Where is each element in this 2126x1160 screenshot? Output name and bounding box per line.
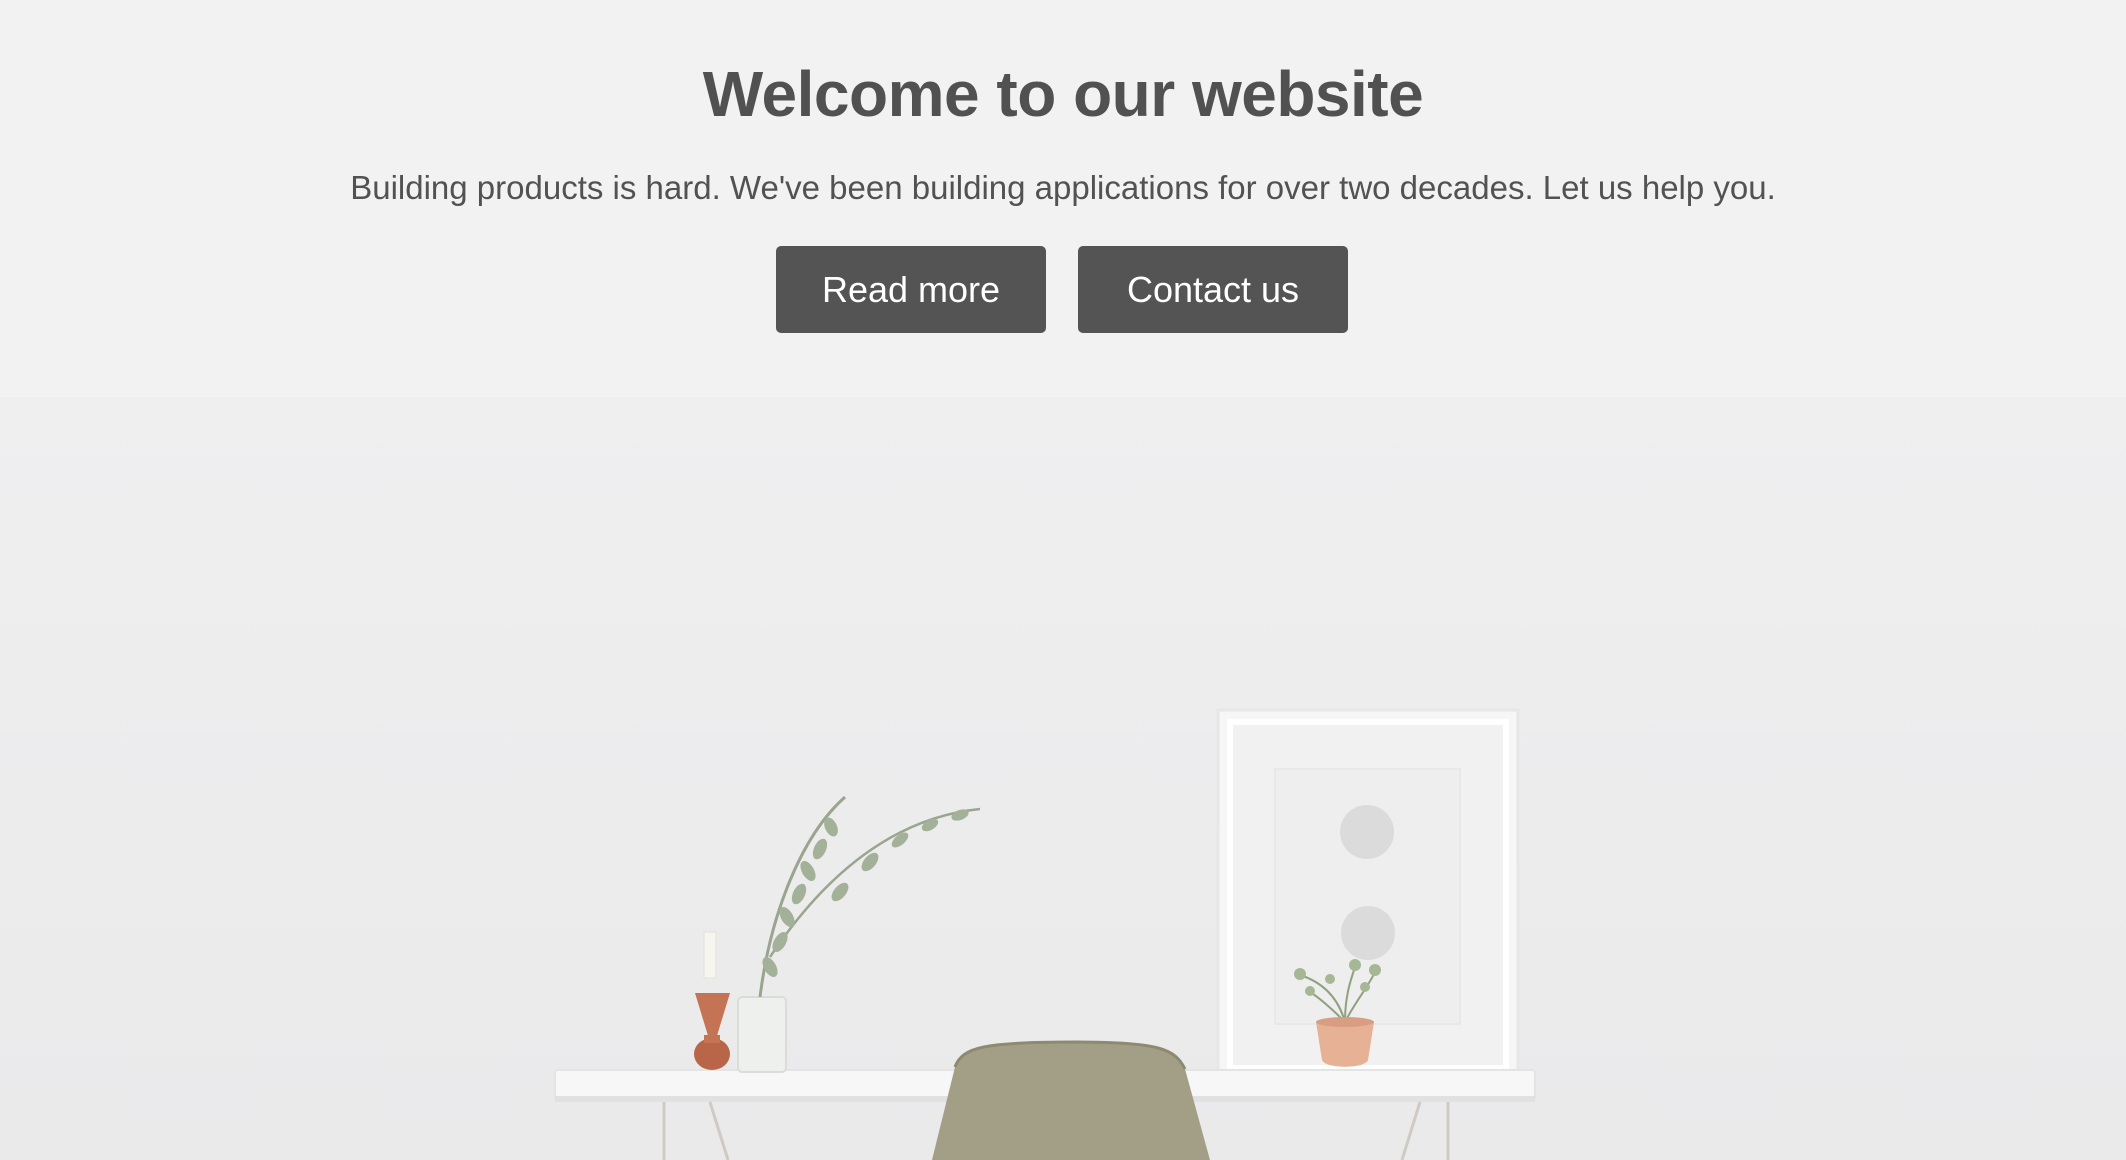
contact-us-button[interactable]: Contact us (1078, 246, 1348, 333)
chair-icon (932, 1040, 1210, 1160)
read-more-button[interactable]: Read more (776, 246, 1046, 333)
hero-photo (0, 397, 2126, 1160)
plant-vase-icon (737, 795, 981, 1073)
candle-holder-icon (694, 931, 730, 1070)
workspace-illustration (554, 708, 1536, 1160)
hero-subtitle: Building products is hard. We've been bu… (350, 169, 1776, 206)
hero-actions: Read more Contact us (776, 246, 1348, 333)
page-title: Welcome to our website (702, 58, 1424, 130)
hero-section: Welcome to our website Building products… (0, 0, 2126, 397)
